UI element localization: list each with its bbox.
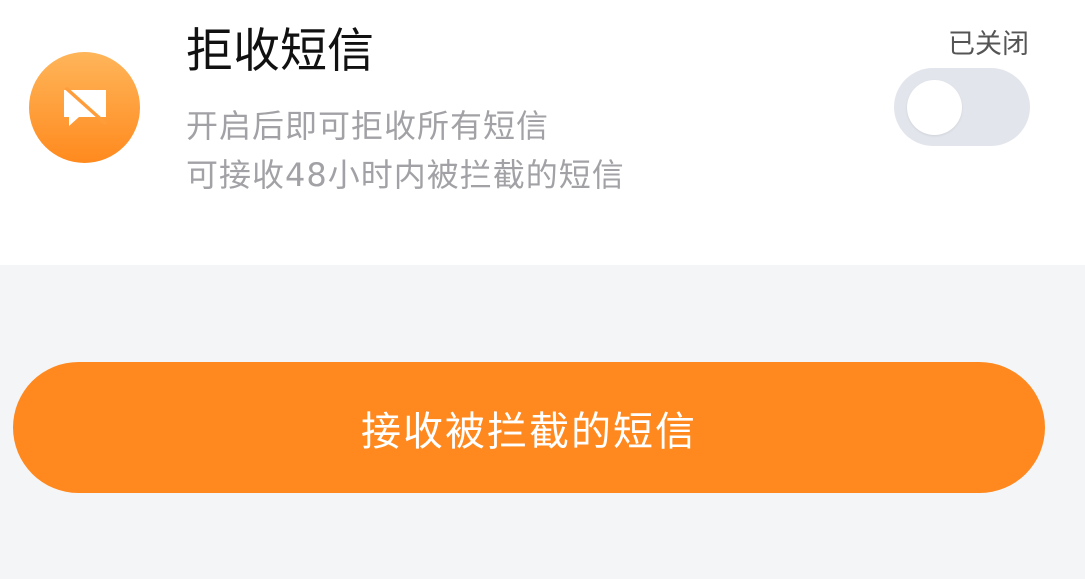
block-sms-toggle[interactable] [894,68,1030,146]
setting-title: 拒收短信 [186,24,374,79]
setting-description-line-2: 可接收48小时内被拦截的短信 [186,156,625,194]
toggle-knob [907,80,962,135]
block-sms-setting-card: 拒收短信 开启后即可拒收所有短信 可接收48小时内被拦截的短信 已关闭 [0,0,1085,265]
message-blocked-icon [29,52,140,163]
receive-intercepted-sms-button[interactable]: 接收被拦截的短信 [13,362,1045,493]
toggle-status-label: 已关闭 [948,29,1029,60]
setting-description-line-1: 开启后即可拒收所有短信 [186,107,550,145]
